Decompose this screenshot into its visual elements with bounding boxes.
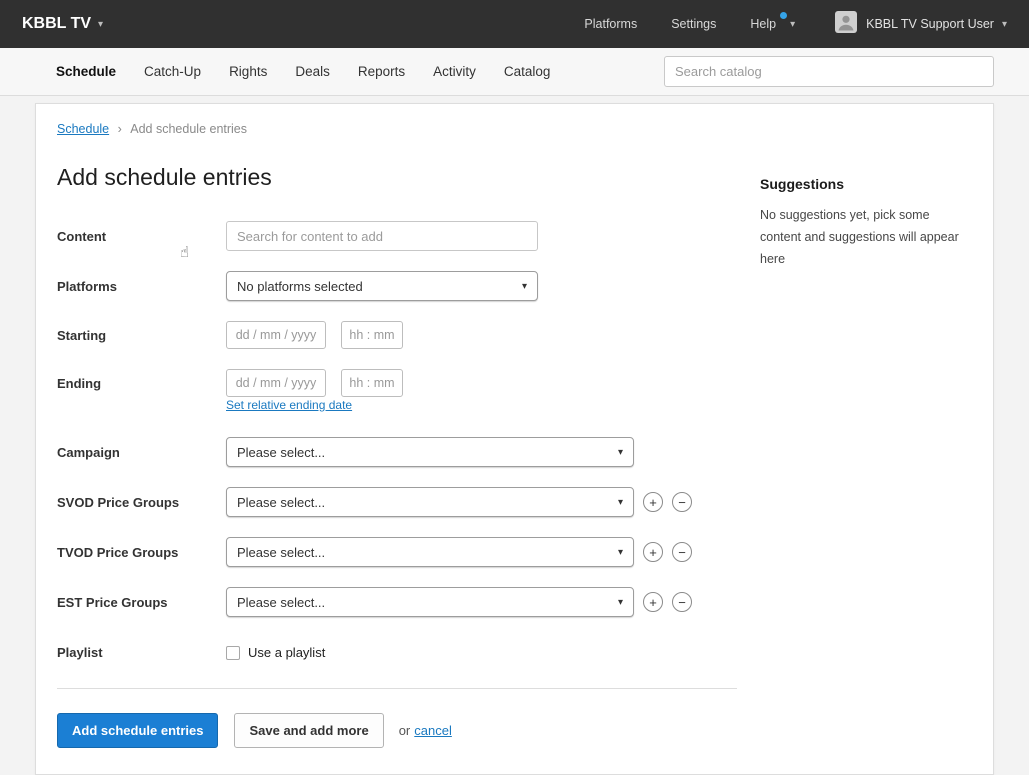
est-price-groups-row: EST Price Groups Please select... ▾ + − bbox=[57, 587, 737, 617]
starting-time-input[interactable]: hh : mm bbox=[341, 321, 403, 349]
suggestions-body: No suggestions yet, pick some content an… bbox=[760, 208, 959, 266]
tab-catalog[interactable]: Catalog bbox=[504, 50, 551, 93]
save-and-add-more-button[interactable]: Save and add more bbox=[234, 713, 384, 748]
relative-ending-row: Set relative ending date bbox=[57, 398, 737, 412]
tab-reports[interactable]: Reports bbox=[358, 50, 405, 93]
form-actions: Add schedule entries Save and add more o… bbox=[57, 713, 737, 748]
help-label: Help bbox=[750, 17, 777, 31]
breadcrumb: Schedule › Add schedule entries bbox=[57, 122, 972, 136]
content-search-input[interactable] bbox=[226, 221, 538, 251]
ending-row-field: Ending dd / mm / yyyy hh : mm bbox=[57, 369, 737, 397]
tab-schedule[interactable]: Schedule bbox=[56, 50, 116, 93]
or-text: or bbox=[398, 723, 411, 738]
use-playlist-checkbox-label: Use a playlist bbox=[248, 645, 326, 660]
tab-deals[interactable]: Deals bbox=[295, 50, 330, 93]
content-label: Content bbox=[57, 228, 107, 244]
use-playlist-checkbox[interactable] bbox=[226, 645, 240, 660]
starting-date-input[interactable]: dd / mm / yyyy bbox=[226, 321, 326, 349]
tvod-add-button[interactable]: + bbox=[643, 542, 663, 562]
svod-selected-value: Please select... bbox=[237, 494, 326, 510]
est-price-groups-select[interactable]: Please select... ▾ bbox=[226, 587, 634, 617]
main-card: Schedule › Add schedule entries Add sche… bbox=[35, 103, 994, 775]
platforms-row-field: Platforms No platforms selected ▾ bbox=[57, 271, 737, 301]
platforms-selected-value: No platforms selected bbox=[237, 278, 363, 294]
ending-date-input[interactable]: dd / mm / yyyy bbox=[226, 369, 326, 397]
add-schedule-form: Add schedule entries Content Platforms N… bbox=[57, 150, 737, 748]
tvod-selected-value: Please select... bbox=[237, 544, 326, 560]
tab-rights[interactable]: Rights bbox=[229, 50, 267, 93]
chevron-down-icon: ▾ bbox=[617, 546, 623, 558]
est-selected-value: Please select... bbox=[237, 594, 326, 610]
catalog-search-input[interactable] bbox=[664, 56, 994, 87]
chevron-down-icon: ▾ bbox=[521, 280, 527, 292]
tvod-remove-button[interactable]: − bbox=[672, 542, 692, 562]
svod-add-button[interactable]: + bbox=[643, 492, 663, 512]
form-divider bbox=[57, 688, 737, 689]
chevron-down-icon: ▾ bbox=[617, 496, 623, 508]
chevron-down-icon: ▾ bbox=[617, 446, 623, 458]
user-menu[interactable]: KBBL TV Support User ▾ bbox=[835, 10, 1007, 38]
topnav-settings[interactable]: Settings bbox=[671, 17, 716, 31]
ending-label: Ending bbox=[57, 375, 102, 391]
chevron-down-icon: ▾ bbox=[1001, 18, 1007, 30]
svod-remove-button[interactable]: − bbox=[672, 492, 692, 512]
add-schedule-entries-button[interactable]: Add schedule entries bbox=[57, 713, 219, 748]
platforms-select[interactable]: No platforms selected ▾ bbox=[226, 271, 538, 301]
help-notification-dot bbox=[780, 12, 788, 19]
tab-catch-up[interactable]: Catch-Up bbox=[144, 50, 201, 93]
est-price-groups-label: EST Price Groups bbox=[57, 594, 168, 610]
content-row-field: Content bbox=[57, 221, 737, 251]
set-relative-ending-date-link[interactable]: Set relative ending date bbox=[226, 398, 352, 412]
campaign-row-field: Campaign Please select... ▾ bbox=[57, 437, 737, 467]
cancel-link[interactable]: cancel bbox=[414, 723, 452, 738]
tab-activity[interactable]: Activity bbox=[433, 50, 476, 93]
brand-label: KBBL TV bbox=[22, 15, 92, 32]
suggestions-title: Suggestions bbox=[760, 176, 845, 192]
campaign-label: Campaign bbox=[57, 444, 120, 460]
est-remove-button[interactable]: − bbox=[672, 592, 692, 612]
brand-menu[interactable]: KBBL TV ▾ bbox=[22, 15, 103, 33]
est-add-button[interactable]: + bbox=[643, 592, 663, 612]
top-bar: KBBL TV ▾ Platforms Settings Help ▾ KBBL … bbox=[0, 0, 1029, 48]
campaign-select[interactable]: Please select... ▾ bbox=[226, 437, 634, 467]
tvod-price-groups-row: TVOD Price Groups Please select... ▾ + − bbox=[57, 537, 737, 567]
tvod-price-groups-select[interactable]: Please select... ▾ bbox=[226, 537, 634, 567]
playlist-label: Playlist bbox=[57, 645, 103, 660]
user-name: KBBL TV Support User bbox=[866, 17, 994, 31]
breadcrumb-schedule-link[interactable]: Schedule bbox=[57, 122, 109, 136]
section-nav: Schedule Catch-Up Rights Deals Reports A… bbox=[0, 48, 1029, 96]
top-nav: Platforms Settings Help ▾ KBBL TV Support… bbox=[550, 10, 1007, 38]
tvod-price-groups-label: TVOD Price Groups bbox=[57, 544, 179, 560]
playlist-row: Playlist Use a playlist bbox=[57, 645, 737, 660]
starting-label: Starting bbox=[57, 327, 107, 343]
campaign-selected-value: Please select... bbox=[237, 444, 326, 460]
starting-row-field: Starting dd / mm / yyyy hh : mm bbox=[57, 321, 737, 349]
suggestions-panel: Suggestions No suggestions yet, pick som… bbox=[760, 150, 972, 748]
topnav-platforms[interactable]: Platforms bbox=[584, 17, 637, 31]
chevron-down-icon: ▾ bbox=[98, 18, 104, 30]
topnav-help[interactable]: Help ▾ bbox=[750, 12, 796, 31]
svod-price-groups-select[interactable]: Please select... ▾ bbox=[226, 487, 634, 517]
platforms-label: Platforms bbox=[57, 278, 117, 294]
page-title: Add schedule entries bbox=[57, 164, 272, 190]
breadcrumb-separator: › bbox=[117, 122, 122, 136]
ending-time-input[interactable]: hh : mm bbox=[341, 369, 403, 397]
breadcrumb-current: Add schedule entries bbox=[130, 122, 248, 136]
chevron-down-icon: ▾ bbox=[617, 596, 623, 608]
svod-price-groups-row: SVOD Price Groups Please select... ▾ + − bbox=[57, 487, 737, 517]
avatar bbox=[835, 10, 858, 38]
svod-price-groups-label: SVOD Price Groups bbox=[57, 494, 180, 510]
chevron-down-icon: ▾ bbox=[790, 18, 796, 30]
